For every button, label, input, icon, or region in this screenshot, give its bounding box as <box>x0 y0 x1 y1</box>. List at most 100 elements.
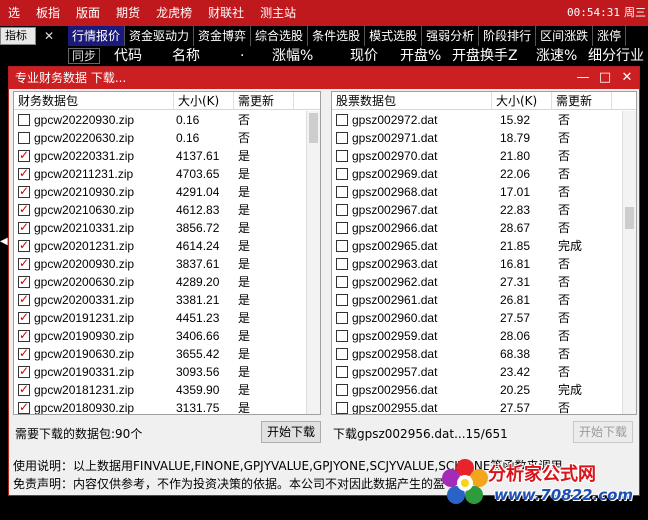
scroll-thumb[interactable] <box>625 207 634 229</box>
table-row[interactable]: gpcw20210331.zip 3856.72 是 <box>14 219 320 237</box>
row-checkbox[interactable] <box>18 310 30 324</box>
row-checkbox[interactable] <box>18 274 30 288</box>
menu-item[interactable]: 测主站 <box>252 0 304 26</box>
close-icon[interactable]: ✕ <box>36 28 62 44</box>
table-row[interactable]: gpsz002972.dat 15.92 否 <box>332 111 636 129</box>
table-row[interactable]: gpcw20210930.zip 4291.04 是 <box>14 183 320 201</box>
table-row[interactable]: gpsz002967.dat 22.83 否 <box>332 201 636 219</box>
header-need[interactable]: 需更新 <box>234 92 294 110</box>
table-row[interactable]: gpcw20200331.zip 3381.21 是 <box>14 291 320 309</box>
table-row[interactable]: gpcw20211231.zip 4703.65 是 <box>14 165 320 183</box>
close-icon[interactable]: ✕ <box>619 67 635 89</box>
header-name[interactable]: 财务数据包 <box>14 92 174 110</box>
table-row[interactable]: gpsz002956.dat 20.25 完成 <box>332 381 636 399</box>
row-checkbox[interactable] <box>18 148 30 162</box>
row-checkbox[interactable] <box>336 276 348 288</box>
col-change-pct[interactable]: 涨幅% <box>272 46 313 66</box>
table-row[interactable]: gpsz002960.dat 27.57 否 <box>332 309 636 327</box>
col-open-pct[interactable]: 开盘% <box>400 46 441 66</box>
tab-fund-drive[interactable]: 资金驱动力 <box>125 26 195 46</box>
table-row[interactable]: gpsz002963.dat 16.81 否 <box>332 255 636 273</box>
table-row[interactable]: gpcw20180930.zip 3131.75 是 <box>14 399 320 414</box>
minimize-icon[interactable]: — <box>575 67 591 89</box>
col-open-turnover[interactable]: 开盘换手Z <box>452 46 518 66</box>
table-row[interactable]: gpsz002965.dat 21.85 完成 <box>332 237 636 255</box>
table-row[interactable]: gpsz002962.dat 27.31 否 <box>332 273 636 291</box>
table-row[interactable]: gpsz002966.dat 28.67 否 <box>332 219 636 237</box>
row-checkbox[interactable] <box>336 384 348 396</box>
header-need[interactable]: 需更新 <box>552 92 612 110</box>
table-row[interactable]: gpsz002968.dat 17.01 否 <box>332 183 636 201</box>
tab-fund-game[interactable]: 资金博弈 <box>194 26 252 46</box>
indicator-tab[interactable]: 指标 <box>0 27 36 45</box>
sync-button[interactable]: 同步 <box>68 48 101 64</box>
right-scrollbar[interactable] <box>622 111 636 414</box>
row-checkbox[interactable] <box>18 114 30 126</box>
table-row[interactable]: gpcw20181231.zip 4359.90 是 <box>14 381 320 399</box>
row-checkbox[interactable] <box>18 166 30 180</box>
menu-item[interactable]: 龙虎榜 <box>148 0 200 26</box>
row-checkbox[interactable] <box>336 258 348 270</box>
header-size[interactable]: 大小(K) <box>174 92 234 110</box>
table-row[interactable]: gpcw20220930.zip 0.16 否 <box>14 111 320 129</box>
menu-item[interactable]: 期货 <box>108 0 148 26</box>
table-row[interactable]: gpcw20191231.zip 4451.23 是 <box>14 309 320 327</box>
tab-pattern-pick[interactable]: 模式选股 <box>365 26 423 46</box>
row-checkbox[interactable] <box>336 222 348 234</box>
row-checkbox[interactable] <box>18 364 30 378</box>
col-code[interactable]: 代码 <box>114 46 142 66</box>
row-checkbox[interactable] <box>336 402 348 414</box>
tab-strength[interactable]: 强弱分析 <box>422 26 480 46</box>
tab-limit-up[interactable]: 涨停 <box>593 26 627 46</box>
table-row[interactable]: gpcw20201231.zip 4614.24 是 <box>14 237 320 255</box>
row-checkbox[interactable] <box>18 132 30 144</box>
row-checkbox[interactable] <box>18 256 30 270</box>
table-row[interactable]: gpcw20190930.zip 3406.66 是 <box>14 327 320 345</box>
table-row[interactable]: gpcw20190331.zip 3093.56 是 <box>14 363 320 381</box>
header-size[interactable]: 大小(K) <box>492 92 552 110</box>
col-price[interactable]: 现价 <box>350 46 378 66</box>
tab-composite-pick[interactable]: 综合选股 <box>251 26 309 46</box>
table-row[interactable]: gpcw20200930.zip 3837.61 是 <box>14 255 320 273</box>
table-row[interactable]: gpcw20210630.zip 4612.83 是 <box>14 201 320 219</box>
table-row[interactable]: gpsz002955.dat 27.57 否 <box>332 399 636 414</box>
start-download-button-disabled[interactable]: 开始下载 <box>573 421 633 443</box>
header-name[interactable]: 股票数据包 <box>332 92 492 110</box>
tab-stage-rank[interactable]: 阶段排行 <box>479 26 537 46</box>
row-checkbox[interactable] <box>336 330 348 342</box>
menu-item[interactable]: 选 <box>0 0 28 26</box>
start-download-button[interactable]: 开始下载 <box>261 421 321 443</box>
table-row[interactable]: gpsz002961.dat 26.81 否 <box>332 291 636 309</box>
table-row[interactable]: gpsz002957.dat 23.42 否 <box>332 363 636 381</box>
row-checkbox[interactable] <box>336 168 348 180</box>
table-row[interactable]: gpsz002969.dat 22.06 否 <box>332 165 636 183</box>
menu-item[interactable]: 板指 <box>28 0 68 26</box>
table-row[interactable]: gpsz002970.dat 21.80 否 <box>332 147 636 165</box>
row-checkbox[interactable] <box>336 240 348 252</box>
row-checkbox[interactable] <box>18 400 30 414</box>
row-checkbox[interactable] <box>18 220 30 234</box>
row-checkbox[interactable] <box>336 132 348 144</box>
col-name[interactable]: 名称 <box>172 46 200 66</box>
scroll-thumb[interactable] <box>309 113 318 143</box>
row-checkbox[interactable] <box>18 202 30 216</box>
row-checkbox[interactable] <box>336 366 348 378</box>
row-checkbox[interactable] <box>18 238 30 252</box>
table-row[interactable]: gpcw20190630.zip 3655.42 是 <box>14 345 320 363</box>
row-checkbox[interactable] <box>18 328 30 342</box>
col-sub-industry[interactable]: 细分行业 <box>588 46 644 66</box>
left-scrollbar[interactable] <box>306 111 320 414</box>
table-row[interactable]: gpcw20220630.zip 0.16 否 <box>14 129 320 147</box>
table-row[interactable]: gpcw20220331.zip 4137.61 是 <box>14 147 320 165</box>
tab-range-change[interactable]: 区间涨跌 <box>536 26 594 46</box>
menu-item[interactable]: 财联社 <box>200 0 252 26</box>
row-checkbox[interactable] <box>336 114 348 126</box>
row-checkbox[interactable] <box>336 150 348 162</box>
row-checkbox[interactable] <box>336 294 348 306</box>
table-row[interactable]: gpsz002959.dat 28.06 否 <box>332 327 636 345</box>
col-speed-pct[interactable]: 涨速% <box>536 46 577 66</box>
row-checkbox[interactable] <box>18 184 30 198</box>
row-checkbox[interactable] <box>18 292 30 306</box>
row-checkbox[interactable] <box>336 312 348 324</box>
tab-quotes[interactable]: 行情报价 <box>68 26 126 46</box>
